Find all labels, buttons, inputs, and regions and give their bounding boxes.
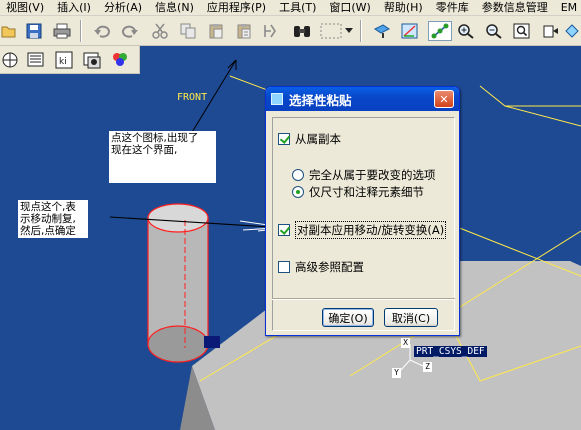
- cut-icon[interactable]: [150, 21, 170, 41]
- option-dims-label: 仅尺寸和注释元素细节: [309, 185, 424, 199]
- menu-view[interactable]: 视图(V): [0, 0, 51, 15]
- ok-button[interactable]: 确定(O): [322, 308, 374, 327]
- select-box-icon[interactable]: [318, 21, 344, 41]
- csys-triad: [400, 344, 424, 371]
- checkbox-box[interactable]: [278, 224, 290, 236]
- graphics-area-left[interactable]: [0, 74, 140, 430]
- dialog-title-bar[interactable]: 选择性粘贴: [266, 87, 459, 111]
- checkbox-box[interactable]: [278, 133, 290, 145]
- dependent-copy-label: 从属副本: [295, 132, 341, 146]
- radio-circle[interactable]: [292, 169, 304, 181]
- zoom-out-icon[interactable]: [484, 21, 504, 41]
- rename-icon[interactable]: ki: [54, 50, 74, 70]
- dependent-copy-checkbox[interactable]: 从属副本: [278, 131, 341, 147]
- refit-icon[interactable]: [512, 21, 532, 41]
- orient-icon[interactable]: [400, 21, 420, 41]
- repaint-icon[interactable]: [372, 21, 392, 41]
- radio-circle[interactable]: [292, 186, 304, 198]
- option-full-radio[interactable]: 完全从属于要改变的选项: [292, 167, 436, 183]
- datum-plane-icon[interactable]: [564, 21, 580, 41]
- option-dims-radio[interactable]: 仅尺寸和注释元素细节: [292, 184, 424, 200]
- toolbar-separator: [80, 20, 82, 42]
- paste-special-dialog: 选择性粘贴 ✕ 从属副本 完全从属于要改变的选项 仅尺寸和注释元素细节 对副本应…: [265, 86, 460, 336]
- paste-icon[interactable]: [206, 21, 226, 41]
- layer-icon[interactable]: [0, 50, 20, 70]
- menu-param-info[interactable]: 参数信息管理: [476, 0, 555, 15]
- dialog-separator: [272, 298, 455, 300]
- dialog-title: 选择性粘贴: [289, 92, 352, 108]
- dialog-window-icon: [271, 93, 283, 105]
- appearance-icon[interactable]: [110, 50, 130, 70]
- svg-text:ki: ki: [59, 57, 67, 67]
- image-icon[interactable]: [82, 50, 102, 70]
- menu-tools[interactable]: 工具(T): [273, 0, 323, 15]
- menu-bar: 视图(V) 插入(I) 分析(A) 信息(N) 应用程序(P) 工具(T) 窗口…: [0, 0, 581, 16]
- spin-center-icon[interactable]: [428, 21, 452, 41]
- redo-icon[interactable]: [120, 21, 140, 41]
- paste-special-icon[interactable]: [234, 21, 254, 41]
- view-manager-icon[interactable]: [540, 21, 560, 41]
- chevron-down-icon[interactable]: [344, 21, 354, 41]
- toolbar-separator: [360, 20, 362, 42]
- annotation-note-icon: 点这个图标,出现了 现在这个界面,: [109, 131, 216, 183]
- menu-analysis[interactable]: 分析(A): [98, 0, 149, 15]
- checkbox-box[interactable]: [278, 261, 290, 273]
- menu-part-library[interactable]: 零件库: [430, 0, 476, 15]
- close-button[interactable]: ✕: [434, 90, 454, 108]
- secondary-toolbar: ki: [0, 46, 140, 74]
- apply-move-label: 对副本应用移动/旋转变换(A): [295, 221, 447, 239]
- cancel-button[interactable]: 取消(C): [384, 308, 438, 327]
- advanced-ref-label: 高级参照配置: [295, 260, 364, 274]
- regenerate-icon[interactable]: [260, 21, 280, 41]
- menu-em[interactable]: EM: [555, 0, 581, 15]
- main-toolbar: [0, 16, 581, 46]
- copy-icon[interactable]: [178, 21, 198, 41]
- model-tree-icon[interactable]: [26, 50, 46, 70]
- advanced-ref-checkbox[interactable]: 高级参照配置: [278, 259, 364, 275]
- save-icon[interactable]: [24, 21, 44, 41]
- menu-insert[interactable]: 插入(I): [51, 0, 98, 15]
- apply-move-checkbox[interactable]: 对副本应用移动/旋转变换(A): [278, 221, 447, 239]
- zoom-in-icon[interactable]: [456, 21, 476, 41]
- menu-window[interactable]: 窗口(W): [323, 0, 377, 15]
- datum-front-label: FRONT: [177, 92, 208, 103]
- find-icon[interactable]: [292, 21, 312, 41]
- option-full-label: 完全从属于要改变的选项: [309, 168, 436, 182]
- menu-help[interactable]: 帮助(H): [378, 0, 430, 15]
- menu-applications[interactable]: 应用程序(P): [201, 0, 273, 15]
- menu-info[interactable]: 信息(N): [149, 0, 201, 15]
- print-icon[interactable]: [52, 21, 72, 41]
- open-icon[interactable]: [0, 21, 20, 41]
- annotation-note-move: 现点这个,表 示移动制复, 然后,点确定: [18, 200, 88, 238]
- undo-icon[interactable]: [92, 21, 112, 41]
